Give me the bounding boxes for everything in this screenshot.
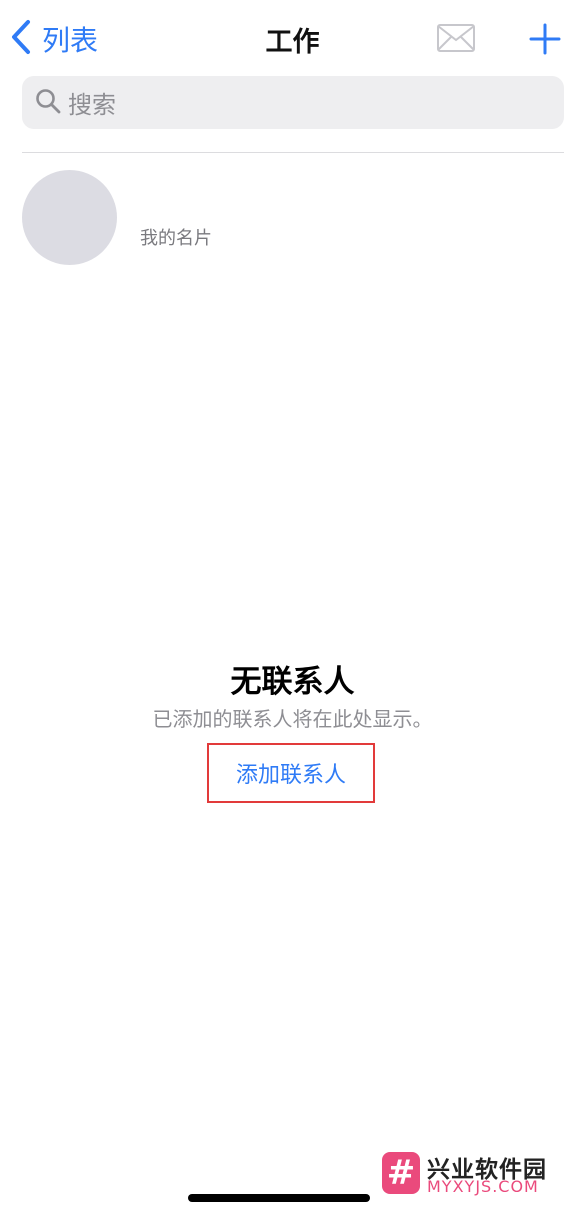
search-placeholder: 搜索 — [68, 91, 116, 119]
my-card-label: 我的名片 — [140, 228, 212, 249]
watermark-logo: # — [382, 1152, 420, 1194]
watermark-url: MYXYJS.COM — [427, 1177, 539, 1196]
add-contact-button[interactable]: 添加联系人 — [207, 743, 375, 803]
avatar — [22, 170, 117, 265]
mail-button[interactable] — [436, 22, 476, 54]
watermark: # 兴业软件园 MYXYJS.COM — [382, 1150, 577, 1198]
add-button[interactable] — [528, 22, 562, 56]
envelope-icon — [436, 24, 476, 58]
page-title: 工作 — [265, 27, 320, 58]
empty-state-title: 无联系人 — [230, 664, 355, 700]
search-input[interactable]: 搜索 — [22, 76, 564, 129]
navigation-bar: 列表 工作 — [0, 0, 585, 74]
search-icon — [34, 87, 62, 119]
home-indicator[interactable] — [188, 1194, 370, 1202]
divider — [22, 152, 564, 153]
plus-icon — [528, 23, 562, 60]
my-card-row[interactable]: 我的名片 — [22, 168, 564, 268]
add-contact-label: 添加联系人 — [235, 763, 346, 788]
contacts-group-screen: 列表 工作 搜索 我的名片 无联系人 已添加的联系人将在此处显示。 添加联系人 … — [0, 0, 585, 1210]
empty-state-subtitle: 已添加的联系人将在此处显示。 — [152, 707, 433, 731]
